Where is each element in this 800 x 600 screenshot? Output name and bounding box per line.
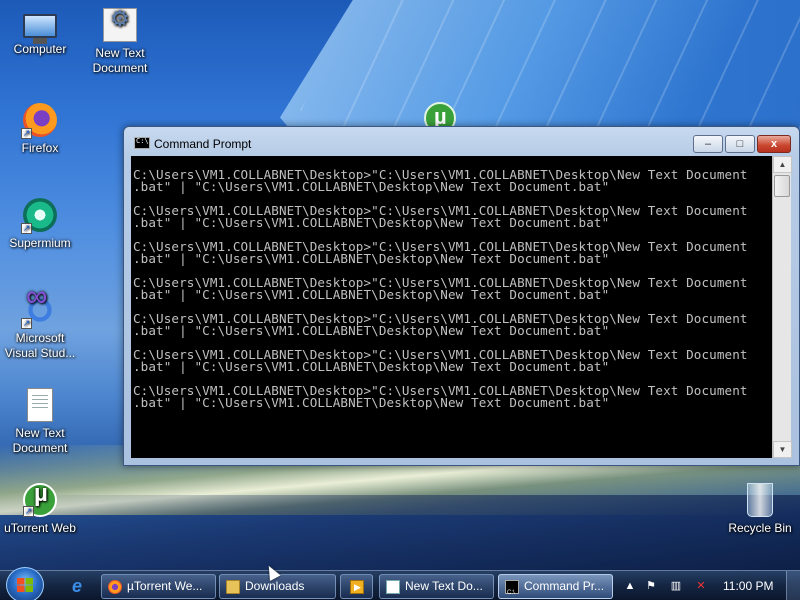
recycle-bin-icon (747, 483, 773, 517)
computer-icon (23, 14, 57, 44)
shortcut-arrow-icon: ↗ (23, 506, 34, 517)
desktop-icon-label: uTorrent Web (4, 521, 76, 535)
cmd-icon (134, 137, 150, 149)
close-button[interactable]: x (757, 135, 791, 153)
console-line: .bat" | "C:\Users\VM1.COLLABNET\Desktop\… (133, 395, 610, 410)
desktop-icon-recycle-bin[interactable]: Recycle Bin (720, 483, 800, 536)
shortcut-arrow-icon: ↗ (21, 128, 32, 139)
show-desktop-button[interactable] (786, 571, 800, 600)
window-title: Command Prompt (154, 137, 252, 151)
folder-icon (226, 580, 240, 594)
text-document-icon (27, 388, 53, 422)
desktop-icon-label: Supermium (9, 236, 71, 250)
desktop-icon-new-text-document-1[interactable]: New Text Document (80, 8, 160, 76)
maximize-button[interactable]: □ (725, 135, 755, 153)
vertical-scrollbar[interactable]: ▲ ▼ (772, 156, 792, 458)
taskbar-button-label: µTorrent We... (127, 579, 203, 593)
minimize-button[interactable]: – (693, 135, 723, 153)
desktop-icon-label: Firefox (21, 141, 59, 155)
desktop-icon-new-text-document-2[interactable]: New Text Document (0, 388, 80, 456)
desktop-icon-computer[interactable]: Computer (0, 8, 80, 57)
desktop-icon-firefox[interactable]: ↗ Firefox (0, 103, 80, 156)
desktop-icon-visual-studio[interactable]: ↗ Microsoft Visual Stud... (0, 289, 80, 361)
desktop-icon-label: Computer (13, 42, 67, 56)
taskbar-button-downloads[interactable]: Downloads (219, 574, 336, 599)
desktop-icon-label: Recycle Bin (728, 521, 792, 535)
wallpaper-dark-band (0, 495, 800, 570)
internet-explorer-icon[interactable]: e (72, 577, 90, 595)
visual-studio-icon: ↗ (21, 289, 57, 329)
taskbar-button-media-player[interactable] (340, 574, 373, 599)
desktop-icon-utorrent-web[interactable]: ↗ uTorrent Web (0, 483, 80, 536)
media-player-icon (350, 580, 364, 594)
volume-muted-icon[interactable]: ✕ (694, 579, 708, 593)
console-line: .bat" | "C:\Users\VM1.COLLABNET\Desktop\… (133, 251, 610, 266)
shortcut-arrow-icon: ↗ (21, 223, 32, 234)
supermium-icon: ↗ (21, 198, 57, 234)
taskbar-button-command-prompt[interactable]: Command Pr... (498, 574, 613, 599)
show-hidden-icons-arrow-icon[interactable]: ▲ (623, 579, 637, 593)
taskbar-button-utorrent-web[interactable]: µTorrent We... (101, 574, 216, 599)
taskbar-button-new-text-document[interactable]: New Text Do... (379, 574, 494, 599)
clock[interactable]: 11:00 PM (723, 579, 773, 593)
action-center-flag-icon[interactable]: ⚑ (644, 579, 658, 593)
console-output[interactable]: C:\Users\VM1.COLLABNET\Desktop>"C:\Users… (131, 156, 772, 458)
batch-file-icon (103, 8, 137, 42)
cmd-icon (505, 580, 519, 598)
network-icon[interactable]: ▥ (669, 579, 683, 593)
notepad-icon (386, 580, 400, 594)
console-line: .bat" | "C:\Users\VM1.COLLABNET\Desktop\… (133, 179, 610, 194)
start-button[interactable] (6, 567, 44, 600)
desktop-icon-label: New Text Document (92, 46, 148, 75)
taskbar: e µTorrent We... Downloads New Text Do..… (0, 567, 800, 600)
console-line: .bat" | "C:\Users\VM1.COLLABNET\Desktop\… (133, 359, 610, 374)
scroll-down-arrow-icon[interactable]: ▼ (773, 441, 792, 458)
console-line: .bat" | "C:\Users\VM1.COLLABNET\Desktop\… (133, 287, 610, 302)
console-line: .bat" | "C:\Users\VM1.COLLABNET\Desktop\… (133, 215, 610, 230)
utorrent-icon: ↗ (23, 483, 57, 517)
shortcut-arrow-icon: ↗ (21, 318, 32, 329)
system-tray: ▲ ⚑ ▥ ✕ 11:00 PM (620, 571, 800, 600)
window-titlebar[interactable]: Command Prompt – □ x (124, 127, 799, 155)
command-prompt-window[interactable]: Command Prompt – □ x C:\Users\VM1.COLLAB… (123, 126, 800, 466)
desktop-icon-label: Microsoft Visual Stud... (4, 331, 76, 360)
taskbar-button-label: Command Pr... (524, 579, 605, 593)
desktop-icon-label: New Text Document (12, 426, 68, 455)
desktop-icon-supermium[interactable]: ↗ Supermium (0, 198, 80, 251)
taskbar-button-label: New Text Do... (405, 579, 483, 593)
scroll-up-arrow-icon[interactable]: ▲ (773, 156, 792, 173)
firefox-icon: ↗ (21, 103, 57, 139)
console-line: .bat" | "C:\Users\VM1.COLLABNET\Desktop\… (133, 323, 610, 338)
firefox-icon (108, 580, 122, 594)
scrollbar-thumb[interactable] (774, 175, 790, 197)
